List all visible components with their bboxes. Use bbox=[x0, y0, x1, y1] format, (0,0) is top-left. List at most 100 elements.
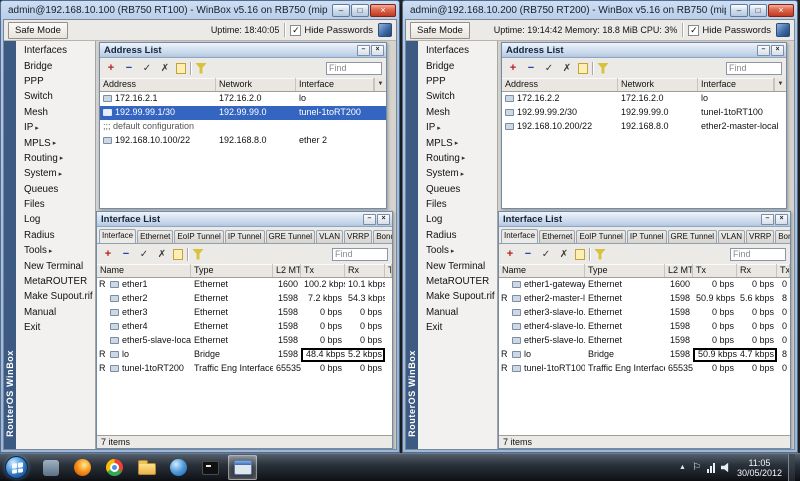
taskbar-app-button[interactable] bbox=[36, 455, 65, 480]
taskbar-winbox-button[interactable] bbox=[228, 455, 257, 480]
child-close-button[interactable]: × bbox=[775, 213, 788, 225]
interface-row-lo[interactable]: R lo Bridge 1598 50.9 kbps 4.7 kbps 8 bbox=[499, 348, 790, 362]
tab-ethernet[interactable]: Ethernet bbox=[137, 230, 174, 243]
comment-icon[interactable] bbox=[176, 62, 186, 74]
sidebar-item-exit[interactable]: Exit bbox=[16, 320, 95, 335]
safe-mode-button[interactable]: Safe Mode bbox=[8, 21, 68, 39]
address-row[interactable]: 192.168.10.200/22 192.168.8.0 ether2-mas… bbox=[502, 120, 786, 134]
sidebar-item-ip[interactable]: IP ▸ bbox=[418, 120, 497, 135]
sidebar-item-mesh[interactable]: Mesh bbox=[16, 105, 95, 120]
interface-row[interactable]: ether5-slave-lo... Ethernet 1598 0 bps 0… bbox=[499, 334, 790, 348]
column-l2mtu[interactable]: L2 MTU bbox=[665, 264, 693, 277]
remove-button[interactable]: − bbox=[524, 61, 538, 75]
interface-row[interactable]: R ether1 Ethernet 1600 100.2 kbps 10.1 k… bbox=[97, 278, 392, 292]
child-title-bar[interactable]: Interface List – × bbox=[499, 212, 790, 227]
show-desktop-button[interactable] bbox=[788, 454, 795, 481]
column-type[interactable]: Type bbox=[585, 264, 665, 277]
minimize-button[interactable]: – bbox=[730, 4, 748, 17]
find-input[interactable] bbox=[730, 247, 786, 261]
address-row[interactable]: 172.16.2.2 172.16.2.0 lo bbox=[502, 92, 786, 106]
sidebar-item-new-terminal[interactable]: New Terminal bbox=[418, 258, 497, 273]
remove-button[interactable]: − bbox=[119, 247, 133, 261]
enable-button[interactable]: ✓ bbox=[539, 247, 553, 261]
remove-button[interactable]: − bbox=[122, 61, 136, 75]
tab-eoip-tunnel[interactable]: EoIP Tunnel bbox=[174, 230, 224, 243]
hide-passwords-checkbox[interactable]: ✓ Hide Passwords bbox=[290, 24, 373, 36]
sidebar-item-routing[interactable]: Routing ▸ bbox=[418, 151, 497, 166]
title-bar[interactable]: admin@192.168.10.100 (RB750 RT100) - Win… bbox=[3, 1, 397, 19]
column-tx-packet[interactable]: Tx Pac... bbox=[777, 264, 790, 277]
child-minimize-button[interactable]: – bbox=[761, 213, 774, 225]
sidebar-item-make-supout[interactable]: Make Supout.rif bbox=[418, 289, 497, 304]
tab-ip-tunnel[interactable]: IP Tunnel bbox=[626, 230, 667, 243]
sidebar-item-mpls[interactable]: MPLS ▸ bbox=[16, 135, 95, 150]
interface-row[interactable]: R tunel-1toRT200 Traffic Eng Interface 6… bbox=[97, 362, 392, 376]
child-close-button[interactable]: × bbox=[371, 44, 384, 56]
comment-icon[interactable] bbox=[578, 62, 588, 74]
tab-gre-tunnel[interactable]: GRE Tunnel bbox=[265, 230, 316, 243]
sidebar-item-files[interactable]: Files bbox=[418, 197, 497, 212]
address-row[interactable]: 172.16.2.1 172.16.2.0 lo bbox=[100, 92, 386, 106]
sidebar-item-interfaces[interactable]: Interfaces bbox=[16, 43, 95, 58]
interface-row[interactable]: ether4-slave-lo... Ethernet 1598 0 bps 0… bbox=[499, 320, 790, 334]
address-row[interactable]: 192.99.99.2/30 192.99.99.0 tunel-1toRT10… bbox=[502, 106, 786, 120]
sidebar-item-ppp[interactable]: PPP bbox=[418, 74, 497, 89]
disable-button[interactable]: ✗ bbox=[158, 61, 172, 75]
taskbar-media-player-button[interactable] bbox=[164, 455, 193, 480]
add-button[interactable]: + bbox=[506, 61, 520, 75]
column-name[interactable]: Name bbox=[97, 264, 191, 277]
hide-passwords-checkbox[interactable]: ✓ Hide Passwords bbox=[688, 24, 771, 36]
sidebar-item-manual[interactable]: Manual bbox=[418, 305, 497, 320]
volume-icon[interactable] bbox=[720, 462, 729, 473]
column-rx[interactable]: Rx bbox=[345, 264, 385, 277]
sidebar-item-manual[interactable]: Manual bbox=[16, 305, 95, 320]
tab-interface[interactable]: Interface bbox=[501, 229, 539, 243]
comment-icon[interactable] bbox=[173, 248, 183, 260]
tab-eoip-tunnel[interactable]: EoIP Tunnel bbox=[576, 230, 626, 243]
sidebar-item-make-supout[interactable]: Make Supout.rif bbox=[16, 289, 95, 304]
taskbar-clock[interactable]: 11:05 30/05/2012 bbox=[737, 458, 782, 478]
sidebar-item-system[interactable]: System ▸ bbox=[16, 166, 95, 181]
sidebar-item-mpls[interactable]: MPLS ▸ bbox=[418, 135, 497, 150]
enable-button[interactable]: ✓ bbox=[140, 61, 154, 75]
disable-button[interactable]: ✗ bbox=[560, 61, 574, 75]
column-tx[interactable]: Tx bbox=[693, 264, 737, 277]
action-center-flag-icon[interactable]: ⚐ bbox=[692, 462, 701, 473]
find-input[interactable] bbox=[326, 61, 382, 75]
interface-row[interactable]: ether1-gateway Ethernet 1600 0 bps 0 bps… bbox=[499, 278, 790, 292]
sidebar-item-system[interactable]: System ▸ bbox=[418, 166, 497, 181]
filter-icon[interactable] bbox=[594, 248, 606, 260]
tab-bonding[interactable]: Bonding bbox=[775, 230, 790, 243]
interface-row[interactable]: ether3 Ethernet 1598 0 bps 0 bps bbox=[97, 306, 392, 320]
sidebar-item-bridge[interactable]: Bridge bbox=[16, 58, 95, 73]
sidebar-item-new-terminal[interactable]: New Terminal bbox=[16, 258, 95, 273]
filter-icon[interactable] bbox=[597, 62, 609, 74]
tab-ip-tunnel[interactable]: IP Tunnel bbox=[224, 230, 265, 243]
tab-vrrp[interactable]: VRRP bbox=[343, 230, 373, 243]
taskbar-firefox-button[interactable] bbox=[68, 455, 97, 480]
sidebar-item-radius[interactable]: Radius bbox=[16, 228, 95, 243]
sidebar-item-tools[interactable]: Tools ▸ bbox=[16, 243, 95, 258]
tab-vlan[interactable]: VLAN bbox=[316, 230, 343, 243]
sidebar-item-tools[interactable]: Tools ▸ bbox=[418, 243, 497, 258]
column-address[interactable]: Address bbox=[502, 78, 618, 91]
hidden-icons-button[interactable]: ▲ bbox=[679, 464, 686, 471]
child-title-bar[interactable]: Address List – × bbox=[100, 43, 386, 58]
column-chooser-dropdown-icon[interactable]: ▼ bbox=[374, 78, 386, 91]
remove-button[interactable]: − bbox=[521, 247, 535, 261]
column-interface[interactable]: Interface bbox=[698, 78, 774, 91]
address-row-selected[interactable]: 192.99.99.1/30 192.99.99.0 tunel-1toRT20… bbox=[100, 106, 386, 120]
enable-button[interactable]: ✓ bbox=[542, 61, 556, 75]
tab-bonding[interactable]: Bonding bbox=[373, 230, 392, 243]
column-rx[interactable]: Rx bbox=[737, 264, 777, 277]
column-address[interactable]: Address bbox=[100, 78, 216, 91]
maximize-button[interactable]: □ bbox=[749, 4, 767, 17]
disable-button[interactable]: ✗ bbox=[557, 247, 571, 261]
sidebar-item-radius[interactable]: Radius bbox=[418, 228, 497, 243]
sidebar-item-interfaces[interactable]: Interfaces bbox=[418, 43, 497, 58]
taskbar-console-button[interactable] bbox=[196, 455, 225, 480]
start-button[interactable] bbox=[5, 456, 28, 479]
child-close-button[interactable]: × bbox=[771, 44, 784, 56]
close-button[interactable]: × bbox=[370, 4, 396, 17]
add-button[interactable]: + bbox=[104, 61, 118, 75]
